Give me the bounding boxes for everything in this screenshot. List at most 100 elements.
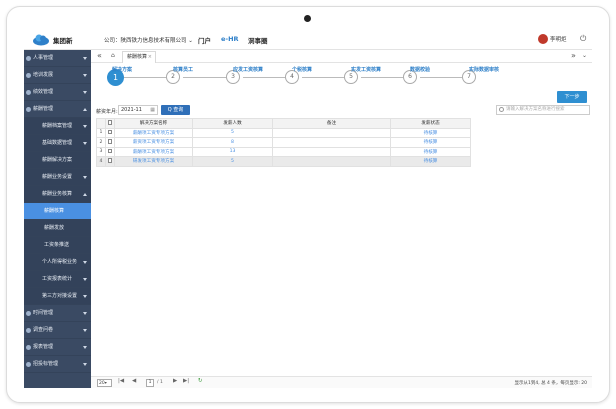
sidebar-item[interactable]: 薪酬发放 xyxy=(24,220,91,237)
row-checkbox[interactable] xyxy=(105,156,115,167)
tab-salary-calc[interactable]: 薪酬核算 × xyxy=(122,51,156,63)
page-number-input[interactable]: 1 xyxy=(146,379,154,387)
period-value: 2021-11 xyxy=(121,107,142,113)
prev-page-icon[interactable]: ◀ xyxy=(132,378,136,384)
chevron-up-icon xyxy=(83,193,87,196)
chevron-down-icon xyxy=(83,312,87,315)
solution-table: 解决方案名称 发薪人数 备注 发薪状态 1 薪酬项工资专项方案 5 待核算 2 薪资项工资… xyxy=(96,118,471,167)
sidebar-item-label: 薪酬业务核算 xyxy=(42,191,73,197)
menu-icon xyxy=(26,345,31,350)
sidebar-item[interactable]: 调查问卷 xyxy=(24,322,91,339)
company-selector[interactable]: 公司：陕西铁力信息技术有限公司 ⌄ xyxy=(104,36,193,44)
col-index xyxy=(96,118,106,129)
sidebar-item[interactable]: 薪酬业务核算 xyxy=(24,186,91,203)
last-page-icon[interactable]: ▶| xyxy=(183,378,189,384)
col-solution-name: 解决方案名称 xyxy=(114,118,193,129)
home-icon[interactable]: ⌂ xyxy=(111,52,115,59)
status[interactable]: 待核算 xyxy=(390,146,471,157)
menu-icon xyxy=(26,107,31,112)
table-row[interactable]: 4 研发项工资专项方案 5 待核算 xyxy=(96,156,471,167)
search-button[interactable]: Q 查询 xyxy=(161,105,190,115)
sidebar-item[interactable]: 基础数据管理 xyxy=(24,135,91,152)
sidebar-item[interactable]: 招投标管理 xyxy=(24,356,91,373)
period-label: 薪资年月: xyxy=(96,109,118,115)
sidebar-item[interactable]: 薪酬档案管理 xyxy=(24,118,91,135)
sidebar-item-label: 薪酬业务设置 xyxy=(42,174,73,180)
menu-icon xyxy=(26,73,31,78)
row-index: 4 xyxy=(96,156,106,167)
app-screen: 集团新 公司：陕西铁力信息技术有限公司 ⌄ 门户 e-HR 洞事圈 李明炬 ⏻ … xyxy=(24,30,592,388)
step-connector xyxy=(124,77,166,78)
status[interactable]: 待核算 xyxy=(390,156,471,167)
next-step-button[interactable]: 下一步 xyxy=(557,91,587,103)
keyword-placeholder: 请输入解决方案名称进行搜索 xyxy=(506,107,565,112)
power-icon[interactable]: ⏻ xyxy=(580,34,586,44)
table-row[interactable]: 3 薪酬项工资专项方案 13 待核算 xyxy=(96,146,471,157)
headcount: 13 xyxy=(192,146,273,157)
step-connector xyxy=(183,77,226,78)
sidebar-item[interactable]: 薪酬解决方案 xyxy=(24,152,91,169)
chevron-down-icon xyxy=(83,91,87,94)
table-row[interactable]: 1 薪酬项工资专项方案 5 待核算 xyxy=(96,127,471,138)
row-checkbox[interactable] xyxy=(105,127,115,138)
nav-ehr[interactable]: e-HR xyxy=(221,35,239,43)
sidebar-item[interactable]: 培训发展 xyxy=(24,67,91,84)
select-all-checkbox[interactable] xyxy=(105,118,115,129)
user-name[interactable]: 李明炬 xyxy=(550,35,567,43)
chevron-down-icon[interactable]: ⌄ xyxy=(582,52,587,59)
keyword-search-input[interactable]: 请输入解决方案名称进行搜索 xyxy=(496,105,590,115)
sidebar-item[interactable]: 薪酬业务设置 xyxy=(24,169,91,186)
nav-circle[interactable]: 洞事圈 xyxy=(248,35,268,45)
calendar-icon: ▦ xyxy=(150,107,155,113)
page-size-select[interactable]: 20▾ xyxy=(97,379,112,387)
step-label: 核算员工 xyxy=(173,67,194,73)
solution-name[interactable]: 薪酬项工资专项方案 xyxy=(114,146,193,157)
sidebar-item-label: 工资条推送 xyxy=(44,242,70,248)
sidebar-item[interactable]: 薪酬核算 xyxy=(24,203,91,220)
chevron-down-icon xyxy=(83,176,87,179)
solution-name[interactable]: 薪酬项工资专项方案 xyxy=(114,127,193,138)
row-checkbox[interactable] xyxy=(105,137,115,148)
sidebar-item-label: 招投标管理 xyxy=(33,361,59,367)
sidebar-item-label: 薪酬档案管理 xyxy=(42,123,73,129)
sidebar-item-label: 报表管理 xyxy=(33,344,54,350)
brand-name: 集团新 xyxy=(53,37,73,45)
next-page-icon[interactable]: ▶ xyxy=(173,378,177,384)
row-checkbox[interactable] xyxy=(105,146,115,157)
solution-name[interactable]: 研发项工资专项方案 xyxy=(114,156,193,167)
step-connector xyxy=(420,77,462,78)
sidebar-item[interactable]: 工资条推送 xyxy=(24,237,91,254)
chevron-down-icon xyxy=(83,57,87,60)
scroll-left-icon[interactable]: « xyxy=(97,51,102,60)
first-page-icon[interactable]: |◀ xyxy=(118,378,124,384)
remark xyxy=(272,137,391,148)
sidebar-item[interactable]: 薪酬管理 xyxy=(24,101,91,118)
sidebar-item[interactable]: 第三方对接设置 xyxy=(24,288,91,305)
sidebar-item[interactable]: 时间管理 xyxy=(24,305,91,322)
camera-dot xyxy=(304,15,311,22)
nav-portal[interactable]: 门户 xyxy=(198,35,211,45)
headcount: 8 xyxy=(192,137,273,148)
step-label: 个税核算 xyxy=(292,67,313,73)
sidebar-item-label: 工资报表统计 xyxy=(42,276,73,282)
remark xyxy=(272,146,391,157)
period-input[interactable]: 2021-11 ▦ xyxy=(118,105,158,115)
scroll-right-icon[interactable]: » xyxy=(571,51,576,60)
sidebar-item[interactable]: 工资报表统计 xyxy=(24,271,91,288)
total-pages: / 1 xyxy=(157,380,163,385)
refresh-icon[interactable]: ↻ xyxy=(198,378,203,384)
status[interactable]: 待核算 xyxy=(390,137,471,148)
solution-name[interactable]: 薪资项工资专项方案 xyxy=(114,137,193,148)
avatar[interactable] xyxy=(538,34,548,44)
sidebar-item[interactable]: 报表管理 xyxy=(24,339,91,356)
close-icon[interactable]: × xyxy=(148,52,152,63)
status[interactable]: 待核算 xyxy=(390,127,471,138)
sidebar-item-label: 基础数据管理 xyxy=(42,140,73,146)
sidebar-item[interactable]: 绩效管理 xyxy=(24,84,91,101)
sidebar-item-label: 绩效管理 xyxy=(33,89,54,95)
table-row[interactable]: 2 薪资项工资专项方案 8 待核算 xyxy=(96,137,471,148)
sidebar-item[interactable]: 人事管理 xyxy=(24,50,91,67)
chevron-up-icon xyxy=(83,108,87,111)
chevron-down-icon xyxy=(83,346,87,349)
sidebar-item[interactable]: 个人所得税业务 xyxy=(24,254,91,271)
